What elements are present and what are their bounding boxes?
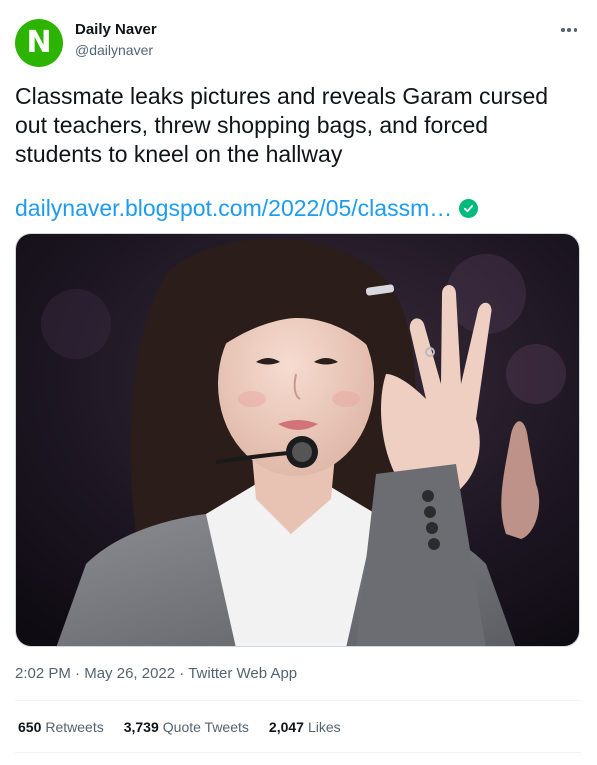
- avatar-letter: N: [26, 25, 52, 60]
- tweet-source[interactable]: Twitter Web App: [188, 665, 297, 682]
- retweets-label: Retweets: [45, 719, 104, 735]
- divider: [15, 700, 581, 701]
- meta-separator: ·: [179, 665, 189, 682]
- likes-count: 2,047: [268, 719, 304, 735]
- likes-label: Likes: [307, 719, 341, 735]
- author-handle[interactable]: @dailynaver: [75, 42, 153, 58]
- quote-tweets-label: Quote Tweets: [162, 719, 249, 735]
- likes-stat[interactable]: 2,047 Likes: [269, 719, 341, 735]
- engagement-stats: 650 Retweets 3,739 Quote Tweets 2,047 Likes: [18, 719, 341, 735]
- retweets-count: 650: [18, 719, 42, 735]
- tweet-card: N Daily Naver @dailynaver Classmate leak…: [0, 0, 597, 765]
- avatar[interactable]: N: [15, 19, 63, 67]
- photo-illustration: [16, 234, 579, 646]
- tweet-time[interactable]: 2:02 PM: [15, 665, 71, 682]
- tweet-text: Classmate leaks pictures and reveals Gar…: [15, 83, 549, 167]
- divider: [15, 752, 581, 753]
- tweet-meta: 2:02 PM · May 26, 2022 · Twitter Web App: [15, 665, 297, 682]
- more-dots-icon[interactable]: [559, 20, 579, 40]
- quote-tweets-stat[interactable]: 3,739 Quote Tweets: [124, 719, 249, 735]
- meta-separator: ·: [75, 665, 85, 682]
- tweet-date[interactable]: May 26, 2022: [84, 665, 175, 682]
- tweet-media-photo[interactable]: [15, 233, 580, 647]
- tweet-link[interactable]: dailynaver.blogspot.com/2022/05/classm…: [15, 195, 452, 222]
- verified-check-icon: [459, 199, 479, 218]
- quote-tweets-count: 3,739: [123, 719, 159, 735]
- author-display-name[interactable]: Daily Naver: [75, 21, 157, 38]
- tweet-link-row: dailynaver.blogspot.com/2022/05/classm…: [15, 195, 479, 222]
- retweets-stat[interactable]: 650 Retweets: [18, 719, 104, 735]
